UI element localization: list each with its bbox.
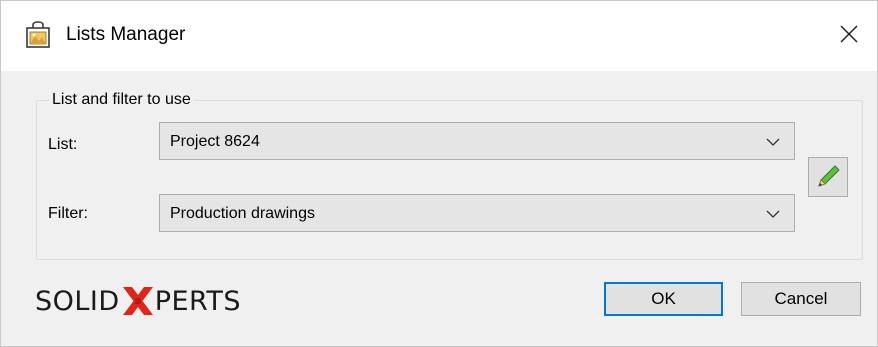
title-bar: Lists Manager — [1, 1, 877, 71]
chevron-down-icon — [766, 210, 780, 218]
window-title: Lists Manager — [66, 24, 186, 45]
close-icon — [840, 25, 858, 43]
cancel-button[interactable]: Cancel — [741, 282, 861, 316]
edit-list-button[interactable] — [808, 157, 848, 197]
close-button[interactable] — [821, 1, 877, 67]
filter-dropdown[interactable]: Production drawings — [159, 194, 795, 232]
lists-manager-app-icon — [26, 21, 50, 48]
logo-text-left: SOLID — [35, 285, 120, 317]
lists-manager-dialog: Lists Manager List and filter to use Lis… — [0, 0, 878, 347]
filter-dropdown-value: Production drawings — [170, 205, 315, 222]
solidxperts-logo: SOLID PERTS — [35, 283, 241, 319]
list-dropdown[interactable]: Project 8624 — [159, 122, 795, 160]
groupbox-legend: List and filter to use — [49, 90, 194, 110]
logo-x-mark — [122, 287, 153, 315]
pencil-icon — [818, 165, 840, 187]
logo-text-right: PERTS — [154, 285, 241, 317]
list-label: List: — [48, 136, 78, 153]
filter-label: Filter: — [48, 205, 88, 222]
chevron-down-icon — [766, 138, 780, 146]
list-filter-groupbox: List and filter to use List: Project 862… — [36, 90, 863, 260]
dialog-content: List and filter to use List: Project 862… — [1, 71, 877, 346]
list-dropdown-value: Project 8624 — [170, 133, 260, 150]
ok-button[interactable]: OK — [604, 282, 723, 316]
